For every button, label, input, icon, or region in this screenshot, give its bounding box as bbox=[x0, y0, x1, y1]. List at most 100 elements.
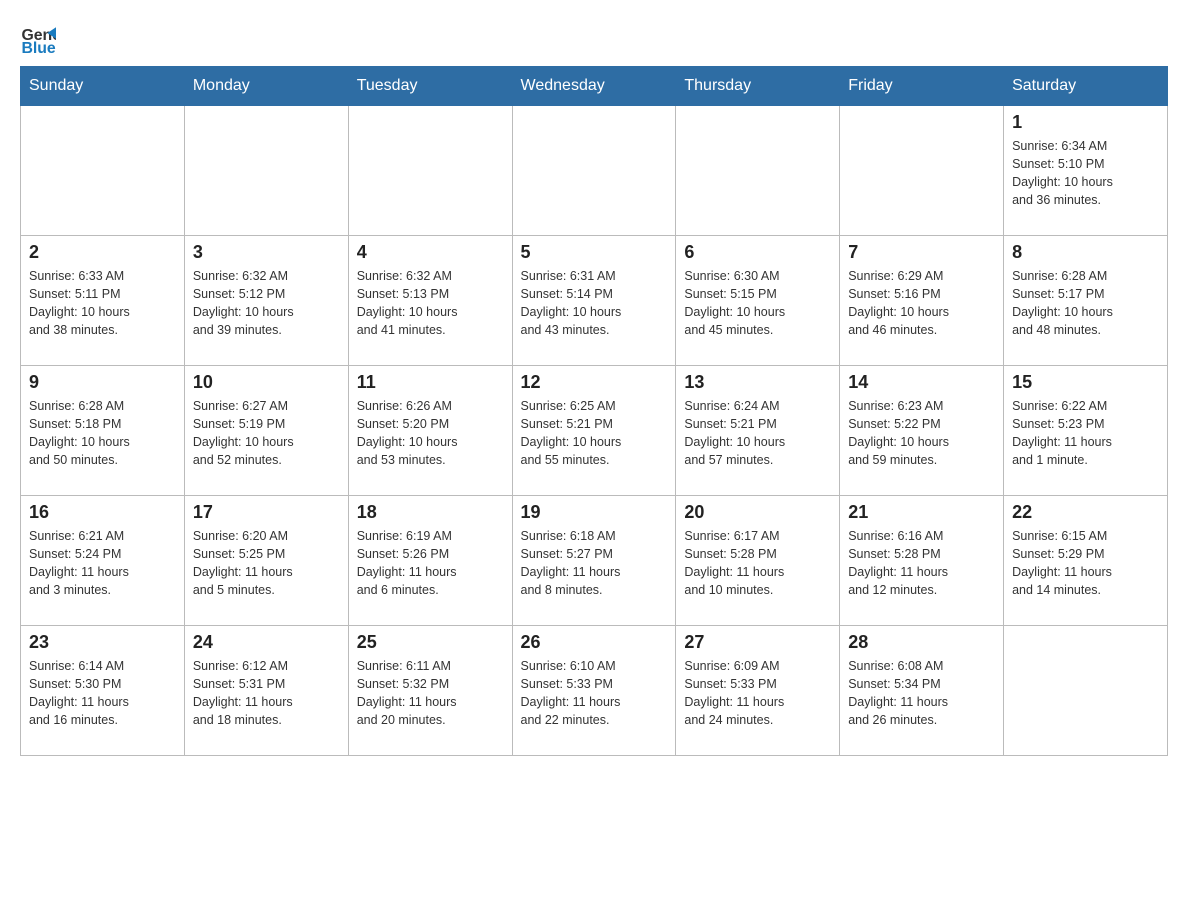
day-info: Sunrise: 6:27 AMSunset: 5:19 PMDaylight:… bbox=[193, 397, 340, 470]
day-info: Sunrise: 6:32 AMSunset: 5:13 PMDaylight:… bbox=[357, 267, 504, 340]
calendar-cell: 7 Sunrise: 6:29 AMSunset: 5:16 PMDaylight… bbox=[840, 236, 1004, 366]
day-number: 11 bbox=[357, 372, 504, 393]
day-number: 28 bbox=[848, 632, 995, 653]
day-info: Sunrise: 6:15 AMSunset: 5:29 PMDaylight:… bbox=[1012, 527, 1159, 600]
logo: General Blue bbox=[20, 20, 62, 56]
day-number: 5 bbox=[521, 242, 668, 263]
day-info: Sunrise: 6:10 AMSunset: 5:33 PMDaylight:… bbox=[521, 657, 668, 730]
day-info: Sunrise: 6:19 AMSunset: 5:26 PMDaylight:… bbox=[357, 527, 504, 600]
calendar-cell: 5 Sunrise: 6:31 AMSunset: 5:14 PMDaylight… bbox=[512, 236, 676, 366]
calendar-cell: 14 Sunrise: 6:23 AMSunset: 5:22 PMDayligh… bbox=[840, 366, 1004, 496]
day-number: 17 bbox=[193, 502, 340, 523]
page-header: General Blue bbox=[20, 20, 1168, 56]
day-info: Sunrise: 6:31 AMSunset: 5:14 PMDaylight:… bbox=[521, 267, 668, 340]
calendar-cell: 12 Sunrise: 6:25 AMSunset: 5:21 PMDayligh… bbox=[512, 366, 676, 496]
day-number: 13 bbox=[684, 372, 831, 393]
day-info: Sunrise: 6:17 AMSunset: 5:28 PMDaylight:… bbox=[684, 527, 831, 600]
day-info: Sunrise: 6:18 AMSunset: 5:27 PMDaylight:… bbox=[521, 527, 668, 600]
calendar-cell: 8Sunrise: 6:28 AMSunset: 5:17 PMDaylight… bbox=[1004, 236, 1168, 366]
calendar-cell: 26Sunrise: 6:10 AMSunset: 5:33 PMDayligh… bbox=[512, 626, 676, 756]
calendar-cell: 4 Sunrise: 6:32 AMSunset: 5:13 PMDaylight… bbox=[348, 236, 512, 366]
day-number: 8 bbox=[1012, 242, 1159, 263]
day-number: 24 bbox=[193, 632, 340, 653]
calendar-cell: 10 Sunrise: 6:27 AMSunset: 5:19 PMDayligh… bbox=[184, 366, 348, 496]
day-info: Sunrise: 6:16 AMSunset: 5:28 PMDaylight:… bbox=[848, 527, 995, 600]
calendar-cell: 3 Sunrise: 6:32 AMSunset: 5:12 PMDaylight… bbox=[184, 236, 348, 366]
day-number: 10 bbox=[193, 372, 340, 393]
day-info: Sunrise: 6:22 AMSunset: 5:23 PMDaylight:… bbox=[1012, 397, 1159, 470]
calendar-cell: 16 Sunrise: 6:21 AMSunset: 5:24 PMDayligh… bbox=[21, 496, 185, 626]
day-info: Sunrise: 6:29 AMSunset: 5:16 PMDaylight:… bbox=[848, 267, 995, 340]
calendar-cell: 1Sunrise: 6:34 AMSunset: 5:10 PMDaylight… bbox=[1004, 106, 1168, 236]
day-number: 15 bbox=[1012, 372, 1159, 393]
day-number: 20 bbox=[684, 502, 831, 523]
calendar-cell: 21Sunrise: 6:16 AMSunset: 5:28 PMDayligh… bbox=[840, 496, 1004, 626]
calendar-cell bbox=[21, 106, 185, 236]
day-info: Sunrise: 6:21 AMSunset: 5:24 PMDaylight:… bbox=[29, 527, 176, 600]
day-info: Sunrise: 6:28 AMSunset: 5:18 PMDaylight:… bbox=[29, 397, 176, 470]
calendar-cell: 6 Sunrise: 6:30 AMSunset: 5:15 PMDaylight… bbox=[676, 236, 840, 366]
day-info: Sunrise: 6:08 AMSunset: 5:34 PMDaylight:… bbox=[848, 657, 995, 730]
calendar-week-1: 1Sunrise: 6:34 AMSunset: 5:10 PMDaylight… bbox=[21, 106, 1168, 236]
day-number: 3 bbox=[193, 242, 340, 263]
day-info: Sunrise: 6:12 AMSunset: 5:31 PMDaylight:… bbox=[193, 657, 340, 730]
calendar-cell: 2 Sunrise: 6:33 AMSunset: 5:11 PMDaylight… bbox=[21, 236, 185, 366]
day-number: 23 bbox=[29, 632, 176, 653]
calendar-cell bbox=[1004, 626, 1168, 756]
day-number: 6 bbox=[684, 242, 831, 263]
day-info: Sunrise: 6:23 AMSunset: 5:22 PMDaylight:… bbox=[848, 397, 995, 470]
weekday-header-tuesday: Tuesday bbox=[348, 67, 512, 106]
day-number: 19 bbox=[521, 502, 668, 523]
day-number: 2 bbox=[29, 242, 176, 263]
day-number: 27 bbox=[684, 632, 831, 653]
calendar-cell: 20 Sunrise: 6:17 AMSunset: 5:28 PMDayligh… bbox=[676, 496, 840, 626]
weekday-header-wednesday: Wednesday bbox=[512, 67, 676, 106]
day-number: 4 bbox=[357, 242, 504, 263]
day-info: Sunrise: 6:14 AMSunset: 5:30 PMDaylight:… bbox=[29, 657, 176, 730]
calendar-cell: 11 Sunrise: 6:26 AMSunset: 5:20 PMDayligh… bbox=[348, 366, 512, 496]
day-info: Sunrise: 6:25 AMSunset: 5:21 PMDaylight:… bbox=[521, 397, 668, 470]
calendar-cell: 24 Sunrise: 6:12 AMSunset: 5:31 PMDayligh… bbox=[184, 626, 348, 756]
day-number: 9 bbox=[29, 372, 176, 393]
calendar-cell: 9 Sunrise: 6:28 AMSunset: 5:18 PMDaylight… bbox=[21, 366, 185, 496]
calendar-week-4: 16 Sunrise: 6:21 AMSunset: 5:24 PMDayligh… bbox=[21, 496, 1168, 626]
day-info: Sunrise: 6:11 AMSunset: 5:32 PMDaylight:… bbox=[357, 657, 504, 730]
day-info: Sunrise: 6:32 AMSunset: 5:12 PMDaylight:… bbox=[193, 267, 340, 340]
calendar-week-5: 23 Sunrise: 6:14 AMSunset: 5:30 PMDayligh… bbox=[21, 626, 1168, 756]
calendar-cell bbox=[348, 106, 512, 236]
day-number: 22 bbox=[1012, 502, 1159, 523]
logo-icon: General Blue bbox=[20, 20, 56, 56]
day-number: 14 bbox=[848, 372, 995, 393]
day-number: 25 bbox=[357, 632, 504, 653]
calendar-cell: 25 Sunrise: 6:11 AMSunset: 5:32 PMDayligh… bbox=[348, 626, 512, 756]
calendar-week-3: 9 Sunrise: 6:28 AMSunset: 5:18 PMDaylight… bbox=[21, 366, 1168, 496]
day-info: Sunrise: 6:33 AMSunset: 5:11 PMDaylight:… bbox=[29, 267, 176, 340]
calendar-cell: 23 Sunrise: 6:14 AMSunset: 5:30 PMDayligh… bbox=[21, 626, 185, 756]
calendar-cell bbox=[184, 106, 348, 236]
calendar-week-2: 2 Sunrise: 6:33 AMSunset: 5:11 PMDaylight… bbox=[21, 236, 1168, 366]
weekday-header-friday: Friday bbox=[840, 67, 1004, 106]
calendar-cell: 27 Sunrise: 6:09 AMSunset: 5:33 PMDayligh… bbox=[676, 626, 840, 756]
day-info: Sunrise: 6:20 AMSunset: 5:25 PMDaylight:… bbox=[193, 527, 340, 600]
weekday-header-row: SundayMondayTuesdayWednesdayThursdayFrid… bbox=[21, 67, 1168, 106]
day-info: Sunrise: 6:24 AMSunset: 5:21 PMDaylight:… bbox=[684, 397, 831, 470]
calendar-cell: 18Sunrise: 6:19 AMSunset: 5:26 PMDayligh… bbox=[348, 496, 512, 626]
svg-text:Blue: Blue bbox=[21, 40, 55, 56]
day-info: Sunrise: 6:26 AMSunset: 5:20 PMDaylight:… bbox=[357, 397, 504, 470]
calendar-cell: 19 Sunrise: 6:18 AMSunset: 5:27 PMDayligh… bbox=[512, 496, 676, 626]
weekday-header-thursday: Thursday bbox=[676, 67, 840, 106]
day-number: 16 bbox=[29, 502, 176, 523]
calendar-cell: 22 Sunrise: 6:15 AMSunset: 5:29 PMDayligh… bbox=[1004, 496, 1168, 626]
day-info: Sunrise: 6:09 AMSunset: 5:33 PMDaylight:… bbox=[684, 657, 831, 730]
calendar-cell bbox=[512, 106, 676, 236]
weekday-header-saturday: Saturday bbox=[1004, 67, 1168, 106]
calendar-cell bbox=[676, 106, 840, 236]
calendar-table: SundayMondayTuesdayWednesdayThursdayFrid… bbox=[20, 66, 1168, 756]
day-number: 1 bbox=[1012, 112, 1159, 133]
calendar-cell: 28 Sunrise: 6:08 AMSunset: 5:34 PMDayligh… bbox=[840, 626, 1004, 756]
day-number: 7 bbox=[848, 242, 995, 263]
calendar-cell bbox=[840, 106, 1004, 236]
calendar-cell: 17 Sunrise: 6:20 AMSunset: 5:25 PMDayligh… bbox=[184, 496, 348, 626]
day-number: 12 bbox=[521, 372, 668, 393]
day-info: Sunrise: 6:30 AMSunset: 5:15 PMDaylight:… bbox=[684, 267, 831, 340]
